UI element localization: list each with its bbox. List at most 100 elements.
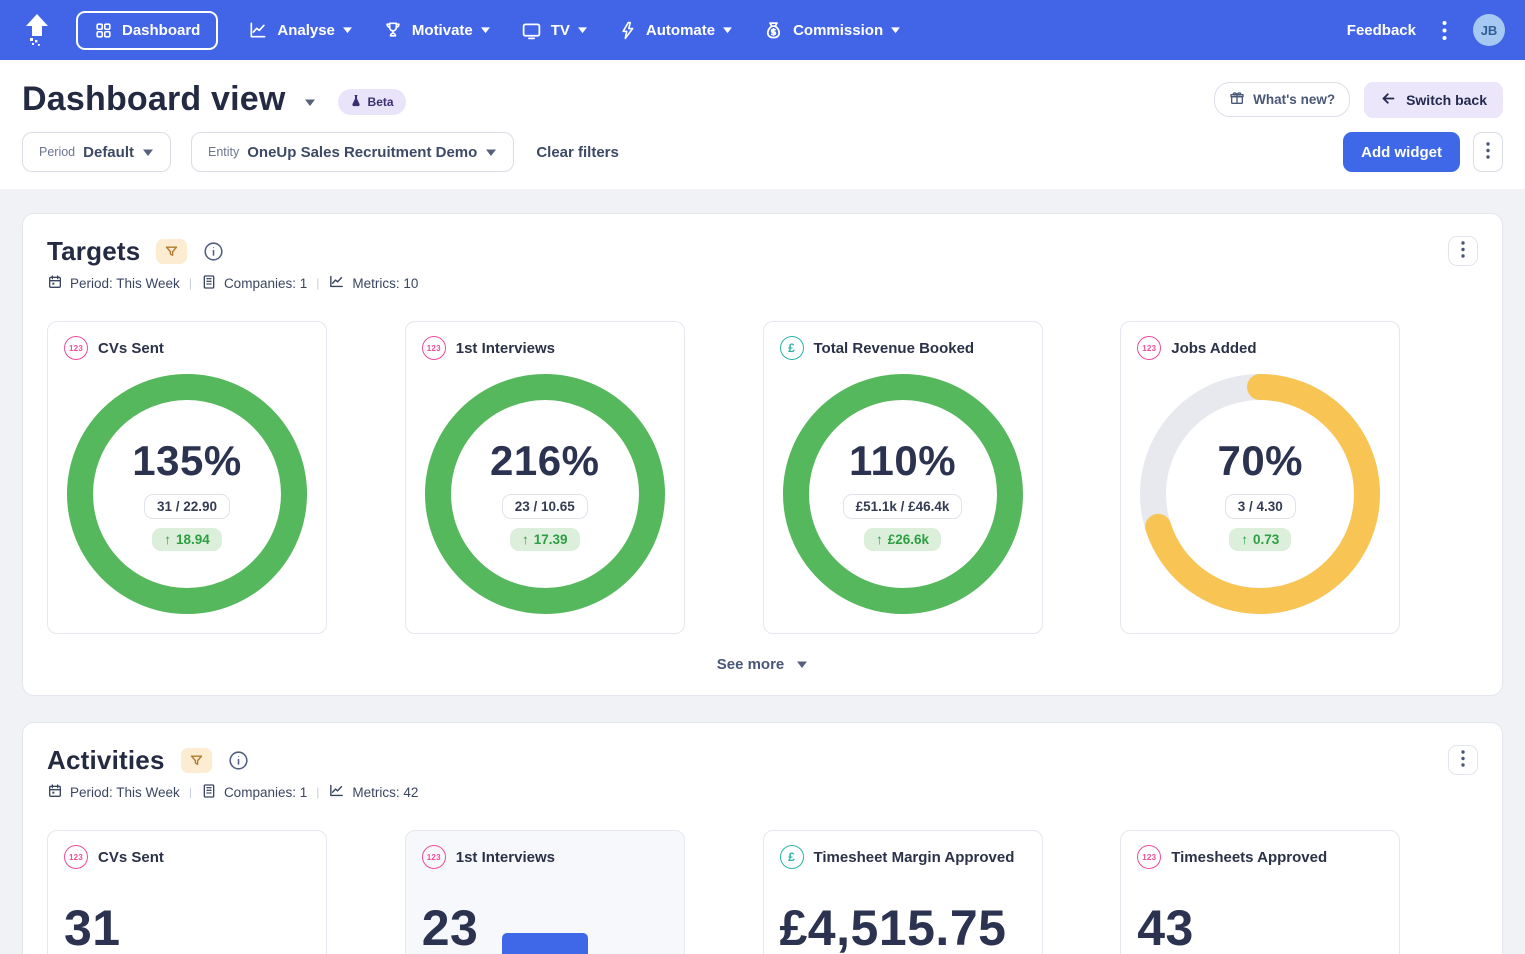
metric-value: 31 <box>64 899 310 954</box>
beta-badge: Beta <box>338 89 406 115</box>
activities-cards: 123CVs Sent311231st Interviews23£Timeshe… <box>47 830 1478 954</box>
caret-down-icon <box>796 656 808 673</box>
number-metric-icon: 123 <box>1137 336 1161 360</box>
metric-card-title: 1st Interviews <box>456 849 555 866</box>
feedback-link[interactable]: Feedback <box>1347 22 1416 39</box>
tv-icon <box>521 20 542 41</box>
nav-item-tv[interactable]: TV <box>521 20 588 41</box>
meta-period: Period: This Week <box>70 276 180 291</box>
metric-card-title: Timesheet Margin Approved <box>814 849 1015 866</box>
see-more-toggle[interactable]: See more <box>47 656 1478 681</box>
gauge-percent: 135% <box>132 437 241 485</box>
metric-card[interactable]: 1231st Interviews23 <box>405 830 685 954</box>
filter-funnel-icon[interactable] <box>156 239 187 264</box>
number-metric-icon: 123 <box>64 336 88 360</box>
dashboard-options-button[interactable] <box>1473 132 1503 172</box>
add-widget-button[interactable]: Add widget <box>1343 132 1460 172</box>
filter-bar: Period Default Entity OneUp Sales Recrui… <box>0 119 1525 189</box>
metric-card[interactable]: 1231st Interviews 216% 23 / 10.65 ↑17.39 <box>405 321 685 634</box>
number-metric-icon: 123 <box>1137 845 1161 869</box>
kebab-icon <box>1461 750 1465 770</box>
nav-item-automate[interactable]: Automate <box>618 21 733 40</box>
number-metric-icon: 123 <box>64 845 88 869</box>
flask-icon <box>350 94 362 110</box>
chevron-down-icon <box>722 26 733 34</box>
chevron-down-icon <box>577 26 588 34</box>
filter-funnel-icon[interactable] <box>181 748 212 773</box>
targets-cards: 123CVs Sent 135% 31 / 22.90 ↑18.94 1231s… <box>47 321 1478 634</box>
section-menu-button[interactable] <box>1448 745 1478 775</box>
nav-item-label: TV <box>551 22 570 39</box>
see-more-label: See more <box>717 656 785 673</box>
entity-filter-value: OneUp Sales Recruitment Demo <box>247 144 477 161</box>
title-dropdown-caret-icon[interactable] <box>304 98 316 107</box>
nav-item-commission[interactable]: Commission <box>763 20 901 41</box>
gauge-percent: 70% <box>1217 437 1303 485</box>
nav-item-label: Motivate <box>412 22 473 39</box>
up-arrow-icon: ↑ <box>1241 532 1248 547</box>
metric-value: £4,515.75 <box>780 899 1026 954</box>
beta-badge-label: Beta <box>368 95 394 109</box>
metric-card[interactable]: 123Jobs Added 70% 3 / 4.30 ↑0.73 <box>1120 321 1400 634</box>
page-header: Dashboard view Beta What's new? Switch b… <box>0 60 1525 119</box>
section-menu-button[interactable] <box>1448 236 1478 266</box>
meta-separator: | <box>316 276 319 290</box>
line-chart-icon <box>248 20 268 40</box>
meta-metrics: Metrics: 10 <box>352 276 418 291</box>
chevron-down-icon <box>485 145 497 160</box>
entity-filter-dropdown[interactable]: Entity OneUp Sales Recruitment Demo <box>191 132 514 172</box>
whats-new-button[interactable]: What's new? <box>1214 82 1350 117</box>
nav-item-label: Automate <box>646 22 715 39</box>
nav-item-dashboard[interactable]: Dashboard <box>76 11 218 50</box>
metric-card-title: CVs Sent <box>98 340 164 357</box>
calendar-icon <box>47 783 63 802</box>
gauge-ratio-badge: 31 / 22.90 <box>144 494 230 519</box>
period-filter-label: Period <box>39 145 75 159</box>
metric-card-title: Jobs Added <box>1171 340 1256 357</box>
calendar-icon <box>47 274 63 293</box>
metric-card-title: 1st Interviews <box>456 340 555 357</box>
meta-separator: | <box>189 276 192 290</box>
nav-item-analyse[interactable]: Analyse <box>248 20 353 40</box>
user-avatar[interactable]: JB <box>1473 14 1505 46</box>
meta-companies: Companies: 1 <box>224 785 307 800</box>
metric-card[interactable]: 123 CVs Sent 31 <box>47 830 327 954</box>
info-icon[interactable] <box>203 241 224 262</box>
chart-icon <box>328 273 345 293</box>
gift-icon <box>1229 90 1245 109</box>
section-title: Targets <box>47 236 140 267</box>
targets-section: Targets Period: This Week | Companies: 1… <box>22 213 1503 696</box>
up-arrow-icon: ↑ <box>876 532 883 547</box>
app-logo-icon[interactable] <box>20 13 54 47</box>
metric-card-title: CVs Sent <box>98 849 164 866</box>
metric-card[interactable]: £Total Revenue Booked 110% £51.1k / £46.… <box>763 321 1043 634</box>
nav-item-label: Analyse <box>277 22 335 39</box>
gauge-percent: 110% <box>849 437 956 485</box>
metric-card[interactable]: 123 CVs Sent 135% 31 / 22.90 ↑18.94 <box>47 321 327 634</box>
chart-bar <box>502 933 588 954</box>
meta-companies: Companies: 1 <box>224 276 307 291</box>
kebab-icon <box>1486 142 1490 162</box>
gauge-delta-badge: ↑£26.6k <box>864 528 941 551</box>
metric-card-title: Total Revenue Booked <box>814 340 975 357</box>
gauge-ratio-badge: 3 / 4.30 <box>1225 494 1296 519</box>
navbar-kebab-icon[interactable] <box>1442 20 1447 41</box>
building-icon <box>201 783 217 802</box>
meta-period: Period: This Week <box>70 785 180 800</box>
activities-section: Activities Period: This Week | Companies… <box>22 722 1503 954</box>
metric-card-title: Timesheets Approved <box>1171 849 1327 866</box>
switch-back-button[interactable]: Switch back <box>1364 82 1503 118</box>
page-title: Dashboard view <box>22 80 286 119</box>
period-filter-dropdown[interactable]: Period Default <box>22 132 171 172</box>
chevron-down-icon <box>480 26 491 34</box>
metric-card[interactable]: 123Timesheets Approved43 <box>1120 830 1400 954</box>
info-icon[interactable] <box>228 750 249 771</box>
period-filter-value: Default <box>83 144 134 161</box>
arrow-left-icon <box>1380 90 1397 110</box>
building-icon <box>201 274 217 293</box>
nav-item-motivate[interactable]: Motivate <box>383 20 491 40</box>
clear-filters-link[interactable]: Clear filters <box>536 144 619 161</box>
gauge-delta-badge: ↑18.94 <box>152 528 222 551</box>
chart-icon <box>328 782 345 802</box>
metric-card[interactable]: £Timesheet Margin Approved£4,515.75 <box>763 830 1043 954</box>
